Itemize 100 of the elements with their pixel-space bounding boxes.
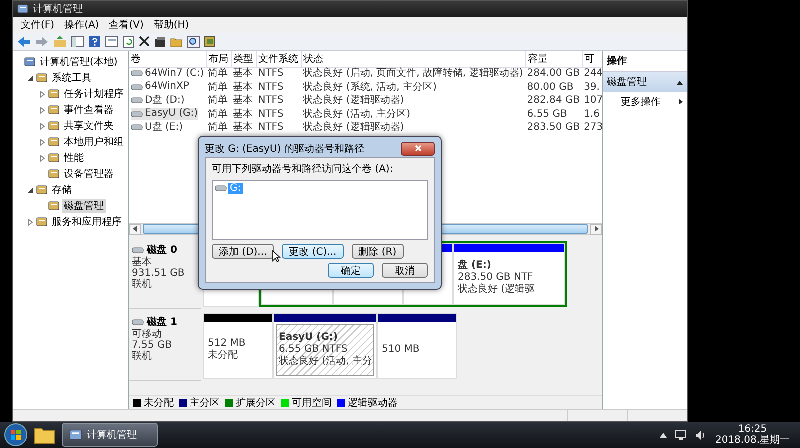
computer-icon (17, 3, 29, 15)
column-header[interactable]: 布局 (206, 51, 232, 67)
column-header[interactable]: 状态 (301, 51, 526, 67)
node-icon (24, 56, 36, 68)
volume-name[interactable]: D盘 (D:) (145, 94, 185, 106)
ok-button[interactable]: 确定 (328, 263, 374, 278)
action-item[interactable]: 更多操作 (603, 92, 687, 112)
dialog-button[interactable]: 添加 (D)... (212, 244, 274, 259)
scroll-left-icon[interactable] (132, 226, 138, 232)
table-cell: 基本 (233, 122, 254, 134)
help-icon[interactable] (89, 36, 101, 48)
partition-size: 512 MB (208, 338, 247, 350)
tree-item[interactable]: 事件查看器 (62, 103, 116, 117)
table-cell: 简单 (208, 122, 228, 134)
node-icon (36, 216, 48, 228)
tray-arrow-icon[interactable] (660, 432, 668, 438)
node-icon (48, 104, 60, 116)
table-cell: 简单 (208, 108, 228, 120)
partition-bar (204, 314, 272, 322)
tree-item[interactable]: 服务和应用程序 (50, 215, 124, 229)
magnifier-icon[interactable] (187, 36, 200, 48)
drive-icon (131, 110, 143, 118)
delete-icon[interactable] (139, 36, 150, 47)
volume-name[interactable]: 64WinXP (145, 81, 190, 93)
tree-item[interactable]: 磁盘管理 (62, 199, 106, 213)
menu-item[interactable]: 文件(F) (21, 18, 55, 32)
tree-item[interactable]: 共享文件夹 (62, 119, 116, 133)
column-header[interactable]: 类型 (231, 51, 256, 67)
tree-item[interactable]: 计算机管理(本地) (38, 55, 120, 69)
refresh-icon[interactable] (123, 36, 135, 48)
start-button-icon[interactable] (4, 423, 28, 447)
dialog-button[interactable]: 删除 (R) (352, 244, 404, 259)
table-cell: 1.6 (584, 108, 600, 120)
dialog-button[interactable]: 更改 (C)... (282, 244, 344, 259)
collapsed-arrow-icon[interactable] (39, 106, 46, 114)
network-icon[interactable] (675, 430, 688, 440)
table-cell: 状态良好 (逻辑驱动器) (303, 95, 404, 106)
back-icon[interactable] (17, 36, 31, 48)
partition[interactable]: 512 MB 未分配 (203, 313, 273, 379)
console-tree-icon[interactable] (71, 36, 85, 48)
submenu-arrow-icon (679, 99, 683, 105)
partition-label: 盘 (E:) (458, 260, 492, 272)
tree-item[interactable]: 设备管理器 (62, 167, 116, 181)
close-button[interactable] (401, 142, 435, 156)
collapsed-arrow-icon[interactable] (39, 138, 46, 146)
column-header[interactable]: 可 (582, 51, 602, 67)
menu-item[interactable]: 操作(A) (64, 18, 100, 32)
collapse-icon[interactable] (677, 80, 683, 84)
table-cell: 273 (584, 122, 602, 134)
partition-status: 状态良好 (逻辑驱 (458, 284, 536, 296)
cancel-button[interactable]: 取消 (382, 263, 428, 278)
disk-name: 磁盘 0 (147, 244, 178, 256)
close-icon (414, 145, 422, 152)
collapsed-arrow-icon[interactable] (39, 154, 46, 162)
node-icon (48, 88, 60, 100)
speaker-icon[interactable] (695, 430, 708, 440)
disk-type: 基本 (132, 257, 153, 268)
clock[interactable]: 16:25 2018.08.星期一 (715, 424, 790, 446)
table-cell: 状态良好 (逻辑驱动器) (303, 122, 404, 134)
partition-status: 未分配 (208, 350, 239, 362)
tree-item[interactable]: 存储 (50, 183, 74, 197)
expanded-arrow-icon[interactable] (27, 186, 34, 194)
tree-item[interactable]: 性能 (62, 151, 86, 165)
table-cell: 状态良好 (启动, 页面文件, 故障转储, 逻辑驱动器) (303, 68, 524, 80)
expanded-arrow-icon[interactable] (27, 74, 34, 82)
column-header[interactable]: 容量 (525, 51, 582, 67)
legend-label: 主分区 (190, 396, 220, 410)
actions-section[interactable]: 磁盘管理 (603, 72, 687, 92)
column-header[interactable]: 卷 (129, 51, 206, 67)
tree-item[interactable]: 任务计划程序 (62, 87, 126, 101)
partition[interactable]: 510 MB (377, 313, 457, 379)
collapsed-arrow-icon[interactable] (39, 122, 46, 130)
column-header[interactable]: 文件系统 (256, 51, 302, 67)
table-cell: 简单 (208, 68, 228, 80)
volume-name[interactable]: U盘 (E:) (145, 122, 183, 134)
disk-status: 联机 (132, 279, 153, 290)
partition[interactable]: EasyU (G:) 6.55 GB NTFS 状态良好 (活动, 主分 (273, 313, 377, 379)
table-cell: 基本 (233, 95, 254, 106)
disk-name: 磁盘 1 (147, 316, 178, 329)
drive-icon (131, 124, 143, 131)
tree-item[interactable]: 系统工具 (50, 71, 94, 85)
table-cell: NTFS (258, 82, 284, 93)
view-icon[interactable] (105, 36, 119, 48)
table-cell: 107 (584, 95, 602, 106)
disk-type: 可移动 (132, 329, 163, 340)
partition[interactable]: 盘 (E:) 283.50 GB NTF 状态良好 (逻辑驱 (453, 243, 565, 305)
volume-name[interactable]: 64Win7 (C:) (145, 68, 204, 80)
drive-icon (132, 246, 144, 254)
menu-item[interactable]: 查看(V) (109, 18, 144, 32)
taskbar-button[interactable]: 计算机管理 (62, 423, 158, 447)
drive-icon (215, 185, 227, 192)
table-cell: 284.00 GB (527, 68, 580, 80)
tree-item[interactable]: 本地用户和组 (62, 135, 126, 149)
menu-item[interactable]: 帮助(H) (154, 18, 190, 32)
collapsed-arrow-icon[interactable] (27, 218, 34, 226)
table-cell: 基本 (233, 82, 254, 93)
drive-icon (131, 97, 143, 104)
scroll-right-icon[interactable] (594, 226, 598, 232)
collapsed-arrow-icon[interactable] (39, 90, 46, 98)
folder-up-icon[interactable] (53, 36, 67, 48)
